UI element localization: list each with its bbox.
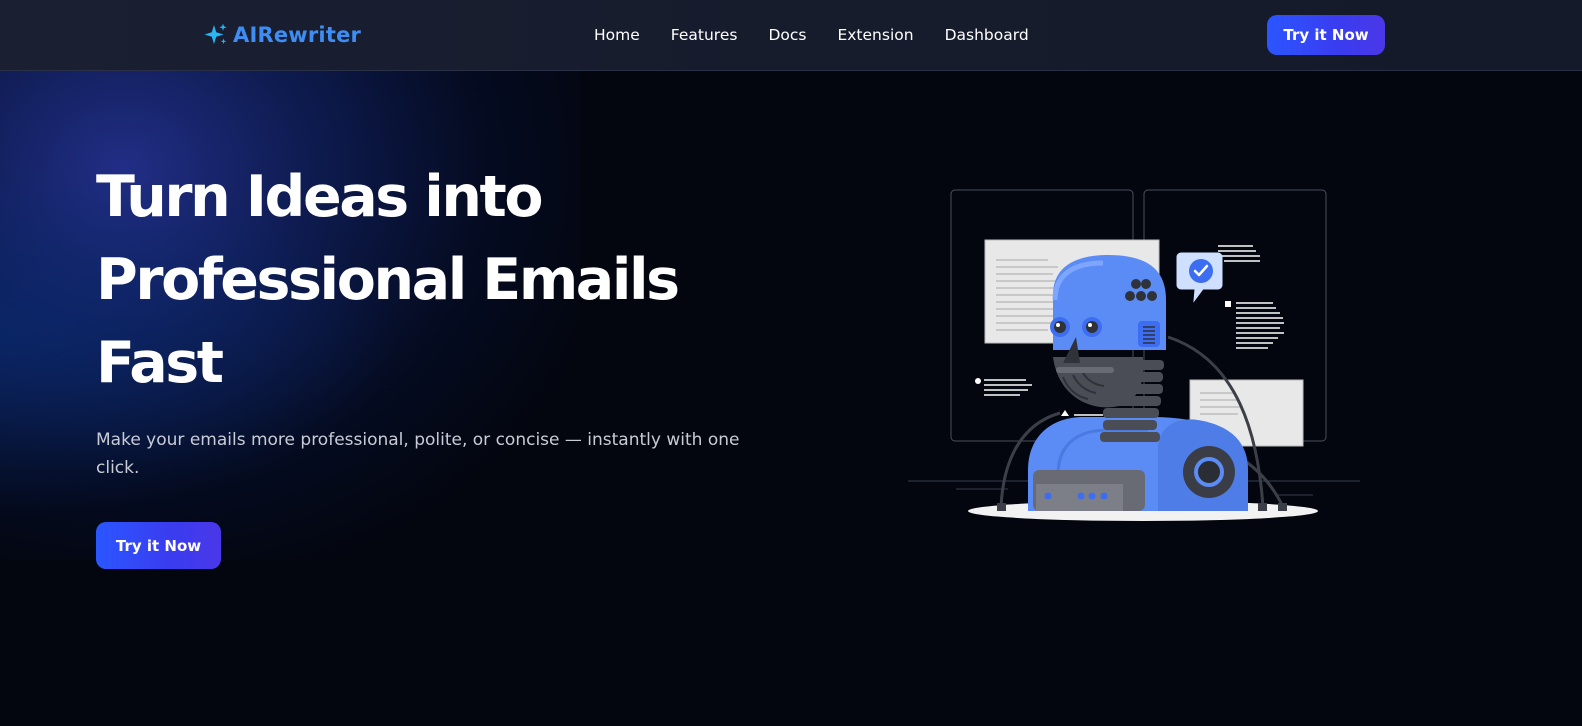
check-bubble-icon [1176,252,1223,303]
bullet-dot [975,378,981,384]
text-lines-right [1218,245,1284,349]
hero-title-line-3: Fast [96,330,224,396]
nav-link-docs[interactable]: Docs [768,24,806,46]
landing-page: AIRewriter Home Features Docs Extension … [0,0,1582,726]
logo[interactable]: AIRewriter [203,20,361,50]
nav-link-dashboard[interactable]: Dashboard [945,24,1029,46]
logo-text: AIRewriter [233,23,362,47]
hero-try-button[interactable]: Try it Now [96,522,221,569]
hero-title-line-2: Professional Emails [96,247,680,313]
nav-link-features[interactable]: Features [671,24,738,46]
hero-title: Turn Ideas into Professional Emails Fast [96,156,796,405]
robot-writing-illustration [908,189,1360,521]
bullet-square [1225,301,1231,307]
hero-title-line-1: Turn Ideas into [96,164,544,230]
main-nav: Home Features Docs Extension Dashboard [594,24,1029,46]
header-try-button[interactable]: Try it Now [1267,15,1385,55]
nav-link-home[interactable]: Home [594,24,640,46]
hero-subtitle: Make your emails more professional, poli… [96,430,740,478]
top-navbar: AIRewriter Home Features Docs Extension … [0,0,1582,71]
sparkles-icon [204,23,227,45]
nav-link-extension[interactable]: Extension [837,24,913,46]
